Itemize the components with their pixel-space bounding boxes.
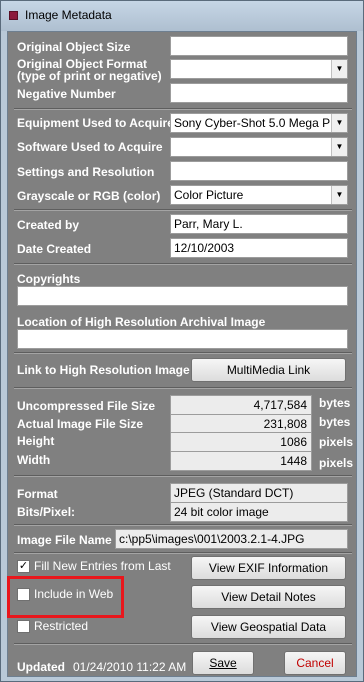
divider bbox=[14, 524, 352, 526]
settings-field[interactable] bbox=[170, 161, 348, 181]
link-label: Link to High Resolution Image bbox=[17, 363, 190, 377]
divider bbox=[14, 552, 352, 554]
divider bbox=[14, 387, 352, 389]
restricted-label: Restricted bbox=[34, 619, 89, 633]
date-created-label: Date Created bbox=[17, 242, 92, 256]
restricted-checkbox[interactable] bbox=[17, 620, 30, 633]
title-bar[interactable]: Image Metadata bbox=[1, 1, 363, 31]
bits-per-pixel-field: 24 bit color image bbox=[170, 502, 348, 522]
copyrights-label: Copyrights bbox=[17, 272, 81, 286]
image-file-name-label: Image File Name bbox=[17, 533, 112, 547]
divider bbox=[14, 475, 352, 477]
image-metadata-window: Image Metadata Original Object Size Orig… bbox=[0, 0, 364, 682]
chevron-down-icon[interactable]: ▼ bbox=[331, 186, 347, 204]
fill-new-entries-checkbox-row[interactable]: ✓ Fill New Entries from Last bbox=[17, 559, 182, 575]
original-object-format-sublabel: (type of print or negative) bbox=[17, 69, 162, 83]
include-in-web-highlight bbox=[7, 576, 124, 618]
grayscale-value: Color Picture bbox=[174, 188, 244, 202]
actual-size-label: Actual Image File Size bbox=[17, 417, 144, 431]
cancel-button[interactable]: Cancel bbox=[284, 651, 346, 675]
image-file-name-field: c:\pp5\images\001\2003.2.1-4.JPG bbox=[115, 529, 348, 549]
width-label: Width bbox=[17, 453, 51, 467]
chevron-down-icon[interactable]: ▼ bbox=[331, 138, 347, 156]
actual-size-field: 231,808 bbox=[170, 414, 312, 434]
height-field: 1086 bbox=[170, 432, 312, 452]
location-field[interactable] bbox=[17, 329, 348, 349]
updated-label: Updated bbox=[17, 660, 65, 674]
equipment-dropdown[interactable]: Sony Cyber-Shot 5.0 Mega P ▼ bbox=[170, 113, 348, 133]
grayscale-dropdown[interactable]: Color Picture ▼ bbox=[170, 185, 348, 205]
fill-new-entries-checkbox[interactable]: ✓ bbox=[17, 560, 30, 573]
app-icon bbox=[9, 11, 18, 20]
width-field: 1448 bbox=[170, 451, 312, 471]
uncompressed-size-unit: bytes bbox=[319, 396, 351, 410]
software-dropdown[interactable]: ▼ bbox=[170, 137, 348, 157]
width-unit: pixels bbox=[319, 456, 354, 470]
software-label: Software Used to Acquire bbox=[17, 140, 163, 154]
equipment-value: Sony Cyber-Shot 5.0 Mega P bbox=[174, 116, 331, 130]
negative-number-label: Negative Number bbox=[17, 87, 116, 101]
updated-value: 01/24/2010 11:22 AM bbox=[73, 660, 187, 674]
format-field: JPEG (Standard DCT) bbox=[170, 483, 348, 503]
uncompressed-size-label: Uncompressed File Size bbox=[17, 399, 156, 413]
fill-new-entries-label: Fill New Entries from Last bbox=[34, 559, 171, 573]
view-detail-notes-button[interactable]: View Detail Notes bbox=[191, 585, 346, 609]
format-label: Format bbox=[17, 487, 58, 501]
original-object-size-field[interactable] bbox=[170, 36, 348, 56]
uncompressed-size-field: 4,717,584 bbox=[170, 395, 312, 415]
location-label: Location of High Resolution Archival Ima… bbox=[17, 315, 266, 329]
divider bbox=[14, 643, 352, 645]
chevron-down-icon[interactable]: ▼ bbox=[331, 60, 347, 78]
view-exif-button[interactable]: View EXIF Information bbox=[191, 556, 346, 580]
equipment-label: Equipment Used to Acquire bbox=[17, 116, 174, 130]
bits-per-pixel-label: Bits/Pixel: bbox=[17, 505, 76, 519]
original-object-size-label: Original Object Size bbox=[17, 40, 131, 54]
settings-label: Settings and Resolution bbox=[17, 165, 155, 179]
divider bbox=[14, 263, 352, 265]
created-by-field[interactable]: Parr, Mary L. bbox=[170, 214, 348, 234]
grayscale-label: Grayscale or RGB (color) bbox=[17, 189, 161, 203]
height-label: Height bbox=[17, 434, 55, 448]
negative-number-field[interactable] bbox=[170, 83, 348, 103]
chevron-down-icon[interactable]: ▼ bbox=[331, 114, 347, 132]
divider bbox=[14, 108, 352, 110]
window-title: Image Metadata bbox=[25, 8, 112, 22]
divider bbox=[14, 352, 352, 354]
copyrights-field[interactable] bbox=[17, 286, 348, 306]
divider bbox=[14, 209, 352, 211]
date-created-field[interactable]: 12/10/2003 bbox=[170, 238, 348, 258]
save-button[interactable]: Save bbox=[192, 651, 254, 675]
view-geospatial-button[interactable]: View Geospatial Data bbox=[191, 615, 346, 639]
multimedia-link-button[interactable]: MultiMedia Link bbox=[191, 358, 346, 382]
actual-size-unit: bytes bbox=[319, 415, 351, 429]
restricted-checkbox-row[interactable]: Restricted bbox=[17, 619, 127, 635]
original-object-format-dropdown[interactable]: ▼ bbox=[170, 59, 348, 79]
created-by-label: Created by bbox=[17, 218, 80, 232]
height-unit: pixels bbox=[319, 435, 354, 449]
